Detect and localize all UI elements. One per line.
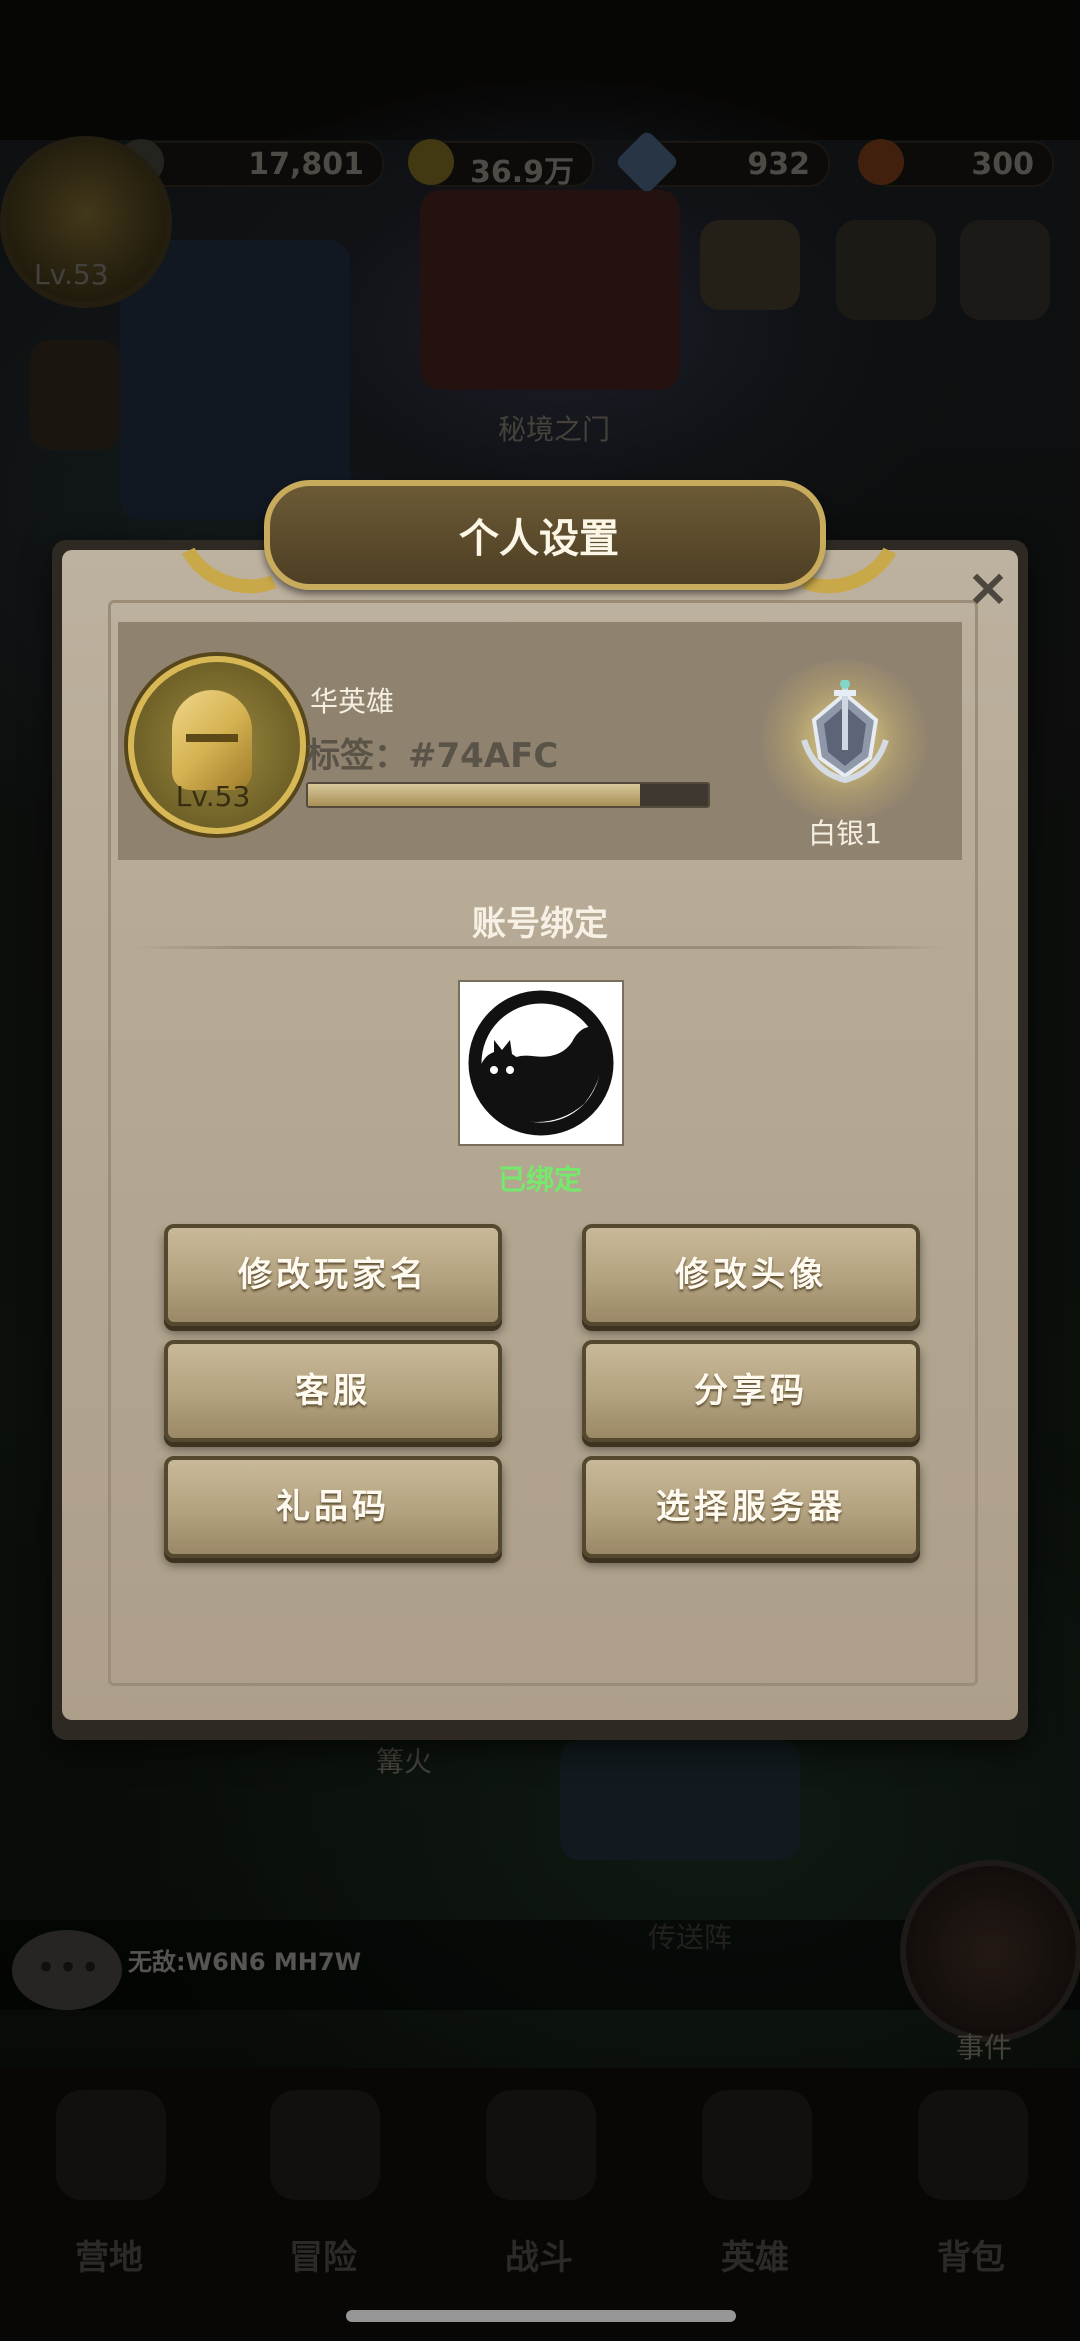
xp-progress-fill bbox=[308, 784, 640, 806]
profile-level: Lv.53 bbox=[175, 780, 251, 813]
section-divider bbox=[130, 946, 950, 949]
bound-account-logo[interactable] bbox=[458, 980, 624, 1146]
player-tag: 标签：#74AFC bbox=[306, 736, 559, 776]
select-server-button[interactable]: 选择服务器 bbox=[582, 1456, 920, 1558]
change-avatar-button[interactable]: 修改头像 bbox=[582, 1224, 920, 1326]
player-name: 华英雄 bbox=[310, 685, 395, 718]
binding-status: 已绑定 bbox=[497, 1163, 582, 1196]
rank-label: 白银1 bbox=[808, 817, 882, 850]
dialog-title: 个人设置 bbox=[459, 516, 619, 562]
knight-helmet-icon bbox=[172, 690, 252, 790]
gift-code-button[interactable]: 礼品码 bbox=[164, 1456, 502, 1558]
dialog-title-ribbon: 个人设置 bbox=[157, 453, 921, 613]
change-name-button[interactable]: 修改玩家名 bbox=[164, 1224, 502, 1326]
share-code-button[interactable]: 分享码 bbox=[582, 1340, 920, 1442]
account-binding-title: 账号绑定 bbox=[472, 904, 608, 944]
customer-service-button[interactable]: 客服 bbox=[164, 1340, 502, 1442]
close-icon[interactable]: × bbox=[960, 560, 1016, 616]
cat-platform-icon bbox=[468, 990, 614, 1136]
silver-rank-badge-icon[interactable] bbox=[790, 680, 900, 790]
xp-progress-bar bbox=[306, 782, 710, 808]
